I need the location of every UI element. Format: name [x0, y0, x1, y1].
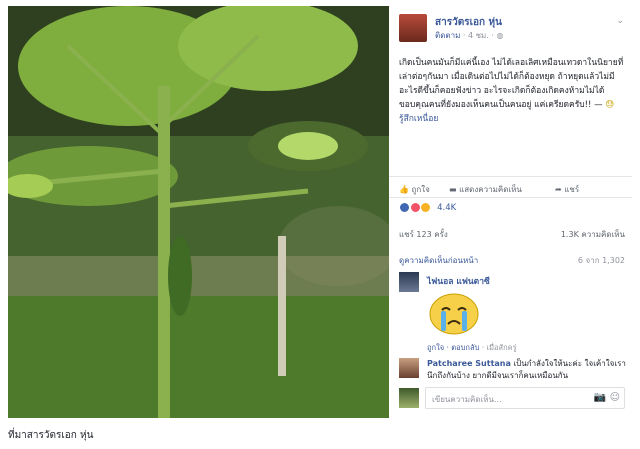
comment-actions: ถูกใจ · ตอบกลับ · เมื่อสักครู่: [427, 343, 517, 352]
comment-reply-link[interactable]: ตอบกลับ: [451, 343, 479, 352]
share-count[interactable]: แชร์ 123 ครั้ง: [399, 230, 448, 239]
author-avatar[interactable]: [399, 14, 427, 42]
view-previous-comments: ดูความคิดเห็นก่อนหน้า 6 จาก 1,302: [399, 254, 625, 267]
image-caption: ที่มาสารวัตรเอก หุ่น: [8, 430, 94, 441]
post-stats: แชร์ 123 ครั้ง 1.3K ความคิดเห็น: [399, 228, 625, 241]
commenter-avatar[interactable]: [399, 272, 419, 292]
follow-link[interactable]: ติดตาม: [435, 31, 460, 40]
like-reaction-icon: [399, 202, 410, 213]
post-meta: ติดตาม · 4 ชม. · ◍: [435, 29, 504, 42]
papaya-plant-image: [8, 6, 389, 418]
comment-button[interactable]: ▬ แสดงความคิดเห็น: [449, 183, 522, 196]
comment-body: Patcharee Suttana เป็นกำลังใจให้นะค่ะ ใจ…: [427, 358, 627, 382]
post-time[interactable]: · 4 ชม. ·: [463, 31, 494, 40]
love-reaction-icon: [409, 202, 421, 213]
share-label: แชร์: [564, 185, 580, 194]
commenter-avatar[interactable]: [399, 358, 419, 378]
comment-label: แสดงความคิดเห็น: [459, 185, 522, 194]
camera-icon[interactable]: 📷: [594, 392, 606, 403]
tired-emoji-icon: 😓: [605, 100, 615, 110]
post-feeling[interactable]: รู้สึกเหนื่อย: [399, 114, 438, 124]
globe-icon: ◍: [496, 31, 504, 40]
post-side-panel: สารวัตรเอก หุ่น ติดตาม · 4 ชม. · ◍ ⌄ เกิ…: [389, 6, 632, 418]
post-body: เกิดเป็นคนมันก็มีแค่นี้เอง ไม่ได้เลอเลิศ…: [399, 58, 624, 110]
share-button[interactable]: ➦ แชร์: [555, 183, 579, 196]
comment-pager: 6 จาก 1,302: [577, 256, 625, 265]
comment-count[interactable]: 1.3K ความคิดเห็น: [561, 228, 625, 241]
commenter-name[interactable]: Patcharee Suttana: [427, 359, 511, 368]
crying-sticker-icon: [429, 293, 479, 335]
chevron-down-icon[interactable]: ⌄: [616, 16, 624, 26]
viewer-avatar: [399, 388, 419, 408]
like-button[interactable]: 👍 ถูกใจ: [399, 183, 430, 196]
share-icon: ➦: [555, 185, 562, 194]
author-name[interactable]: สารวัตรเอก หุ่น: [435, 15, 502, 30]
thumbs-up-icon: 👍: [399, 185, 409, 194]
comment-time[interactable]: · เมื่อสักครู่: [482, 343, 517, 352]
composer-icons: 📷 ☺: [594, 392, 620, 403]
like-label: ถูกใจ: [411, 185, 430, 194]
post-lightbox: สารวัตรเอก หุ่น ติดตาม · 4 ชม. · ◍ ⌄ เกิ…: [8, 6, 632, 418]
comment-placeholder: เขียนความคิดเห็น...: [432, 395, 502, 404]
sad-reaction-icon: [420, 202, 432, 213]
view-more-link[interactable]: ดูความคิดเห็นก่อนหน้า: [399, 256, 478, 265]
reaction-count: 4.4K: [437, 203, 457, 213]
emoji-icon[interactable]: ☺: [610, 392, 620, 403]
post-header: สารวัตรเอก หุ่น ติดตาม · 4 ชม. · ◍ ⌄: [389, 6, 632, 42]
comment-item: Patcharee Suttana เป็นกำลังใจให้นะค่ะ ใจ…: [399, 358, 627, 382]
post-text: เกิดเป็นคนมันก็มีแค่นี้เอง ไม่ได้เลอเลิศ…: [399, 56, 627, 126]
comment-icon: ▬: [449, 185, 457, 194]
post-photo[interactable]: [8, 6, 389, 418]
comment-composer: เขียนความคิดเห็น... 📷 ☺: [389, 384, 632, 412]
post-action-bar: 👍 ถูกใจ ▬ แสดงความคิดเห็น ➦ แชร์: [389, 176, 632, 198]
comment-like-link[interactable]: ถูกใจ: [427, 343, 444, 352]
commenter-name[interactable]: ไฟนอล แฟนตาซี: [427, 274, 490, 288]
comment-input[interactable]: เขียนความคิดเห็น... 📷 ☺: [425, 387, 625, 409]
reaction-summary[interactable]: 4.4K: [399, 202, 456, 218]
